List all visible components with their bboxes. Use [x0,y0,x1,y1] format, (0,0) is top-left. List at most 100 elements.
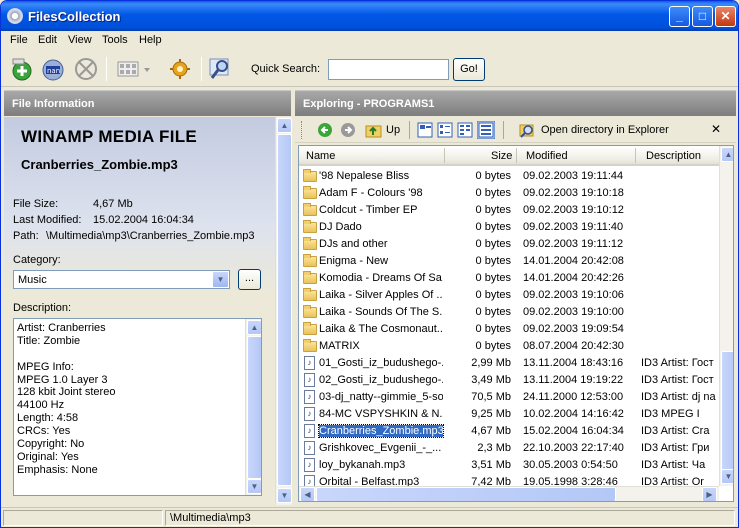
row-size: 0 bytes [475,170,511,182]
folder-row[interactable]: Komodia - Dreams Of Sa... 0 bytes 14.01.20… [299,270,719,287]
menu-edit[interactable]: Edit [38,34,57,46]
forward-icon[interactable] [340,122,356,138]
folder-icon [303,186,317,199]
column-description[interactable]: Description [646,150,701,162]
hscroll-thumb[interactable] [316,487,616,501]
scroll-up-icon[interactable]: ▲ [247,320,261,335]
folder-icon [303,237,317,250]
column-modified[interactable]: Modified [526,150,568,162]
folder-icon [303,322,317,335]
scan-icon[interactable]: nan [40,56,66,82]
folder-row[interactable]: DJ Dado 0 bytes 09.02.2003 19:11:40 [299,219,719,236]
stop-icon[interactable] [73,56,99,82]
file-list-hscrollbar[interactable]: ◀ ▶ [299,486,719,501]
scroll-down-icon[interactable]: ▼ [277,488,292,503]
folder-icon [303,254,317,267]
row-description: ID3 Artist: Cra [641,425,710,437]
category-select[interactable]: Music ▼ [13,270,230,289]
audio-file-icon: ♪ [304,424,315,438]
file-list-vscrollbar[interactable]: ▲ ▼ [719,146,733,486]
folder-row[interactable]: Laika - Sounds Of The S... 0 bytes 09.02.2… [299,304,719,321]
file-row[interactable]: ♪ 01_Gosti_iz_budushego-... 2,99 Mb 13.11.2… [299,355,719,372]
folder-row[interactable]: Laika - Silver Apples Of ... 0 bytes 09.02… [299,287,719,304]
folder-row[interactable]: '98 Nepalese Bliss 0 bytes 09.02.2003 19:1… [299,168,719,185]
menu-tools[interactable]: Tools [102,34,128,46]
menu-help[interactable]: Help [139,34,162,46]
audio-file-icon: ♪ [304,441,315,455]
menu-bar: File Edit View Tools Help [1,31,738,50]
row-modified: 10.02.2004 14:16:42 [523,408,624,420]
list-view-icon[interactable] [457,122,473,138]
row-size: 0 bytes [475,340,511,352]
row-modified: 22.10.2003 22:17:40 [523,442,624,454]
row-modified: 09.02.2003 19:11:44 [523,170,624,182]
scroll-up-icon[interactable]: ▲ [721,147,733,162]
scroll-thumb[interactable] [247,336,261,479]
row-size: 0 bytes [475,204,511,216]
details-view-icon[interactable] [477,121,495,139]
row-name: Cranberries_Zombie.mp3 [318,424,444,438]
row-size: 9,25 Mb [471,408,511,420]
close-explorer-icon[interactable]: ✕ [711,122,721,136]
toolbar: nan Quick Search: Go! [1,51,738,87]
file-row[interactable]: ♪ 84-MC VSPYSHKIN & N... 9,25 Mb 10.02.2004… [299,406,719,423]
view-mode-icon[interactable] [114,56,154,82]
folder-row[interactable]: Adam F - Colours '98 0 bytes 09.02.2003 19… [299,185,719,202]
menu-file[interactable]: File [10,34,28,46]
row-name: 03-dj_natty--gimmie_5-so... [319,391,443,403]
folder-row[interactable]: Enigma - New 0 bytes 14.01.2004 20:42:08 [299,253,719,270]
title-bar[interactable]: FilesCollection _ □ ✕ [1,1,738,31]
maximize-button[interactable]: □ [692,6,713,27]
minimize-button[interactable]: _ [669,6,690,27]
folder-row[interactable]: MATRIX 0 bytes 08.07.2004 20:42:30 [299,338,719,355]
folder-row[interactable]: Coldcut - Timber EP 0 bytes 09.02.2003 19:… [299,202,719,219]
scroll-thumb[interactable] [721,351,733,471]
settings-icon[interactable] [167,56,193,82]
scroll-down-icon[interactable]: ▼ [247,479,261,494]
folder-up-icon[interactable] [365,122,383,138]
row-name: '98 Nepalese Bliss [319,170,410,182]
scroll-down-icon[interactable]: ▼ [721,469,733,484]
file-row[interactable]: ♪ loy_bykanah.mp3 3,51 Mb 30.05.2003 0:54:5… [299,457,719,474]
close-button[interactable]: ✕ [715,6,736,27]
large-icons-view-icon[interactable] [417,122,433,138]
explorer-search-icon[interactable] [519,122,535,138]
row-size: 4,67 Mb [471,425,511,437]
scroll-thumb[interactable] [277,134,292,486]
folder-row[interactable]: DJs and other 0 bytes 09.02.2003 19:11:12 [299,236,719,253]
row-size: 0 bytes [475,238,511,250]
row-description: ID3 Artist: Ча [641,459,706,471]
chevron-down-icon[interactable]: ▼ [212,271,229,288]
scroll-left-icon[interactable]: ◀ [300,487,315,501]
quick-search-input[interactable] [328,59,449,80]
description-textarea[interactable]: Artist: Cranberries Title: Zombie MPEG Inf… [13,318,262,496]
search-icon[interactable] [207,56,233,82]
path-label: Path: [13,230,39,242]
column-name[interactable]: Name [306,150,335,162]
back-icon[interactable] [317,122,333,138]
category-browse-button[interactable]: ... [238,269,261,290]
description-line: Copyright: No [17,438,85,451]
modified-value: 15.02.2004 16:04:34 [93,214,194,226]
row-description: ID3 Artist: Гост [641,357,714,369]
scroll-right-icon[interactable]: ▶ [702,487,717,501]
description-scrollbar[interactable]: ▲ ▼ [245,319,261,495]
description-line: 128 kbit Joint stereo [17,386,116,399]
file-row[interactable]: ♪ 03-dj_natty--gimmie_5-so... 70,5 Mb 24.11… [299,389,719,406]
file-row[interactable]: ♪ Grishkovec_Evgenii_-_... 2,3 Mb 22.10.200… [299,440,719,457]
up-button[interactable]: Up [386,124,400,136]
go-button[interactable]: Go! [453,58,485,81]
column-size[interactable]: Size [491,150,512,162]
file-row[interactable]: ♪ Cranberries_Zombie.mp3 4,67 Mb 15.02.2004… [299,423,719,440]
add-icon[interactable] [9,56,35,82]
row-modified: 09.02.2003 19:11:12 [523,238,624,250]
file-info-scrollbar[interactable]: ▲ ▼ [275,117,292,505]
row-name: Laika & The Cosmonaut... [319,323,443,335]
file-row[interactable]: ♪ 02_Gosti_iz_budushego-... 3,49 Mb 13.11.2… [299,372,719,389]
small-icons-view-icon[interactable] [437,122,453,138]
open-directory-button[interactable]: Open directory in Explorer [541,124,669,136]
scroll-up-icon[interactable]: ▲ [277,118,292,133]
folder-row[interactable]: Laika & The Cosmonaut... 0 bytes 09.02.200… [299,321,719,338]
menu-view[interactable]: View [68,34,92,46]
row-name: 84-MC VSPYSHKIN & N... [319,408,443,420]
